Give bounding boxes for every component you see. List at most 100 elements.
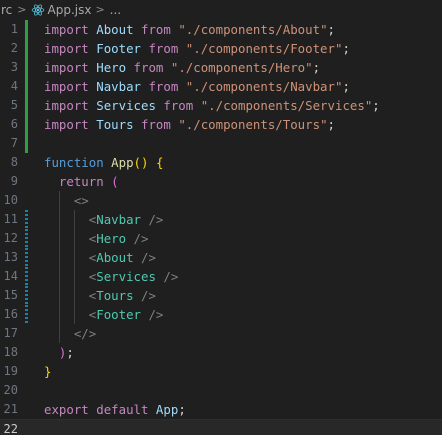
code-line[interactable]: 19}: [0, 362, 442, 381]
code-line[interactable]: 10 <>: [0, 191, 442, 210]
code-token: "./components/About": [178, 22, 328, 37]
chevron-right-icon: >: [17, 3, 27, 16]
indent-guide: [73, 210, 75, 324]
code-line[interactable]: 17 </>: [0, 324, 442, 343]
breadcrumb: rc > App.jsx > ...: [0, 0, 442, 19]
code-line[interactable]: 3 import Hero from "./components/Hero";: [0, 58, 442, 77]
code-line[interactable]: 22: [0, 419, 442, 435]
code-line[interactable]: 4 import Navbar from "./components/Navbar…: [0, 77, 442, 96]
code-line[interactable]: 2 import Footer from "./components/Footer…: [0, 39, 442, 58]
git-added-indicator[interactable]: [25, 115, 28, 134]
line-number[interactable]: 6: [0, 115, 18, 134]
code-token: About: [96, 250, 134, 265]
code-text: import Hero from "./components/Hero";: [44, 58, 320, 77]
code-line[interactable]: 16 <Footer />: [0, 305, 442, 324]
git-modified-indicator[interactable]: [25, 210, 28, 229]
code-token: />: [148, 307, 164, 322]
git-modified-indicator[interactable]: [25, 248, 28, 267]
line-number[interactable]: 1: [0, 20, 18, 39]
line-number[interactable]: 17: [0, 324, 18, 343]
line-number[interactable]: 15: [0, 286, 18, 305]
breadcrumb-symbol[interactable]: ...: [109, 3, 122, 17]
code-token: Services: [96, 98, 156, 113]
code-text: export default App;: [44, 400, 186, 419]
code-token: ;: [327, 117, 335, 132]
git-added-indicator[interactable]: [25, 58, 28, 77]
code-line[interactable]: 14 <Services />: [0, 267, 442, 286]
code-line[interactable]: 13 <About />: [0, 248, 442, 267]
chevron-right-icon: >: [95, 3, 105, 16]
code-line[interactable]: 18 );: [0, 343, 442, 362]
code-token: />: [141, 288, 156, 303]
code-text: <Tours />: [44, 286, 156, 305]
git-modified-indicator[interactable]: [25, 286, 28, 305]
git-added-indicator[interactable]: [25, 134, 28, 153]
code-text: import Footer from "./components/Footer"…: [44, 39, 350, 58]
code-text: <Navbar />: [44, 210, 164, 229]
code-line[interactable]: 12 <Hero />: [0, 229, 442, 248]
git-modified-indicator[interactable]: [25, 305, 28, 324]
code-token: import: [44, 117, 89, 132]
code-text: </>: [44, 324, 96, 343]
code-line[interactable]: 8 function App() {: [0, 153, 442, 172]
line-number[interactable]: 8: [0, 153, 18, 172]
code-token: from: [141, 117, 171, 132]
breadcrumb-folder[interactable]: rc: [0, 3, 13, 17]
code-editor[interactable]: 1 import About from "./components/About";…: [0, 19, 442, 435]
code-token: </>: [73, 326, 97, 341]
git-added-indicator[interactable]: [25, 96, 28, 115]
code-line[interactable]: 6 import Tours from "./components/Tours";: [0, 115, 442, 134]
git-added-indicator[interactable]: [25, 39, 28, 58]
line-number[interactable]: 22: [0, 420, 18, 435]
git-added-indicator[interactable]: [25, 20, 28, 39]
line-number[interactable]: 3: [0, 58, 18, 77]
line-number[interactable]: 7: [0, 134, 18, 153]
line-number[interactable]: 16: [0, 305, 18, 324]
code-token: ;: [327, 22, 335, 37]
code-line[interactable]: 5 import Services from "./components/Serv…: [0, 96, 442, 115]
line-number[interactable]: 13: [0, 248, 18, 267]
line-number[interactable]: 12: [0, 229, 18, 248]
line-number[interactable]: 19: [0, 362, 18, 381]
code-line[interactable]: 11 <Navbar />: [0, 210, 442, 229]
code-token: ;: [342, 79, 350, 94]
line-number[interactable]: 14: [0, 267, 18, 286]
line-number[interactable]: 9: [0, 172, 18, 191]
git-modified-indicator[interactable]: [25, 267, 28, 286]
code-token: ;: [372, 98, 380, 113]
code-line[interactable]: 1 import About from "./components/About";: [0, 20, 442, 39]
breadcrumb-file[interactable]: App.jsx: [31, 3, 91, 17]
code-token: Navbar: [96, 212, 141, 227]
code-text: }: [44, 362, 51, 381]
line-number[interactable]: 21: [0, 400, 18, 419]
line-number[interactable]: 2: [0, 39, 18, 58]
line-number[interactable]: 10: [0, 191, 18, 210]
line-number[interactable]: 11: [0, 210, 18, 229]
code-token: />: [163, 269, 179, 284]
code-text: import Services from "./components/Servi…: [44, 96, 380, 115]
code-line[interactable]: 20: [0, 381, 442, 400]
code-token: default: [96, 402, 149, 417]
line-number[interactable]: 5: [0, 96, 18, 115]
code-line[interactable]: 21 export default App;: [0, 400, 442, 419]
line-number[interactable]: 18: [0, 343, 18, 362]
git-modified-indicator[interactable]: [25, 229, 28, 248]
code-token: />: [141, 250, 156, 265]
code-token: import: [44, 98, 89, 113]
line-number[interactable]: 4: [0, 77, 18, 96]
code-line[interactable]: 9 return (: [0, 172, 442, 191]
code-line[interactable]: 7: [0, 134, 442, 153]
git-added-indicator[interactable]: [25, 77, 28, 96]
code-token: App: [111, 155, 134, 170]
code-line[interactable]: 15 <Tours />: [0, 286, 442, 305]
code-text: );: [44, 343, 74, 362]
code-token: About: [96, 22, 134, 37]
line-number[interactable]: 20: [0, 381, 18, 400]
